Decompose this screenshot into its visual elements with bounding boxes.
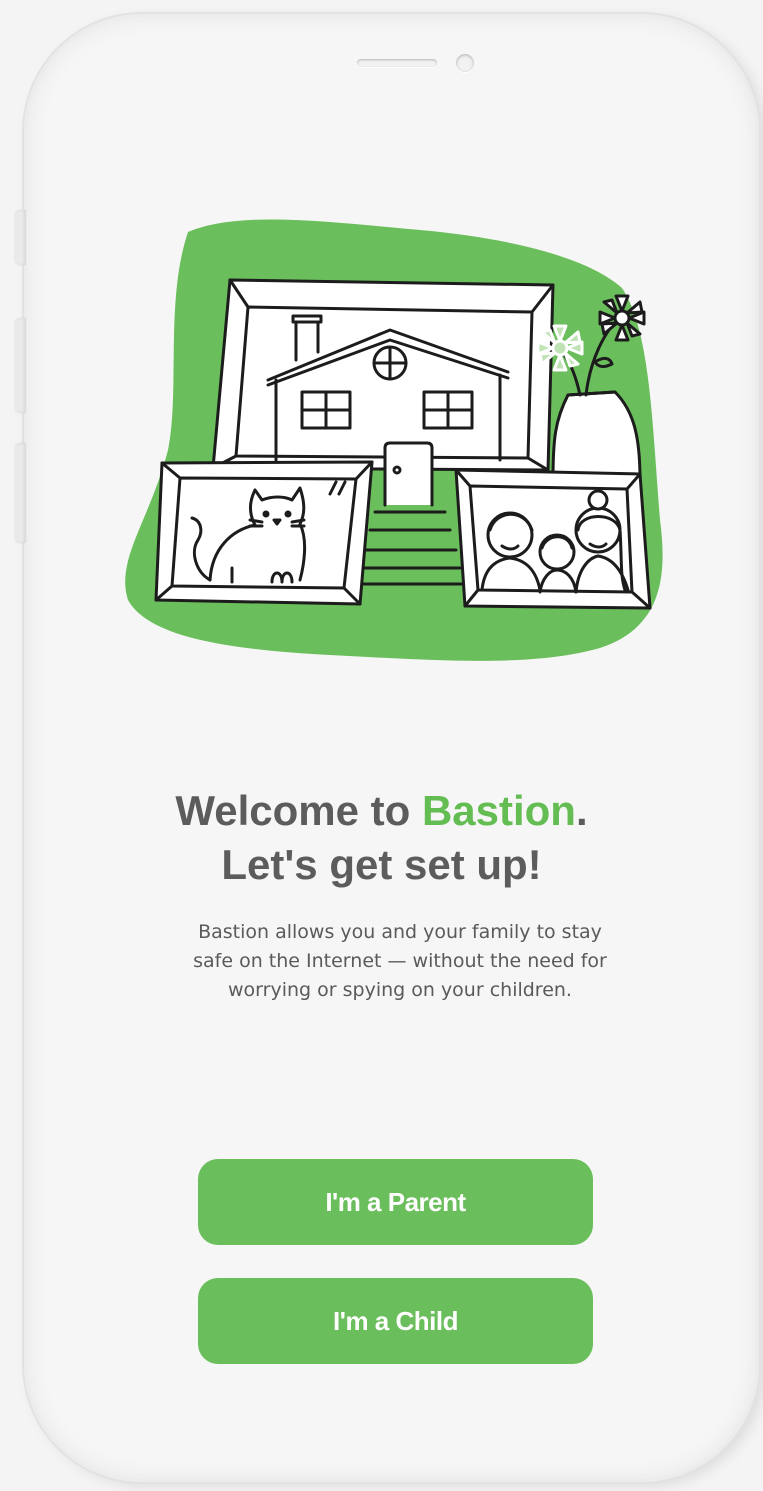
phone-speaker — [357, 59, 437, 67]
phone-volume-down-button — [16, 443, 26, 543]
welcome-heading-suffix: . — [575, 787, 588, 834]
family-photo-frame — [454, 468, 652, 610]
flower-dark — [598, 294, 646, 342]
description-line-3: worrying or spying on your children. — [228, 979, 572, 1001]
welcome-heading: Welcome to Bastion. — [0, 785, 763, 837]
welcome-description: Bastion allows you and your family to st… — [150, 918, 650, 1005]
setup-heading: Let's get set up! — [221, 841, 542, 888]
welcome-heading-prefix: Welcome to — [175, 787, 422, 834]
flower-light — [536, 324, 584, 372]
description-line-2: safe on the Internet — without the need … — [193, 950, 607, 972]
description-line-1: Bastion allows you and your family to st… — [198, 921, 602, 943]
phone-volume-up-button — [16, 318, 26, 413]
im-a-child-button[interactable]: I'm a Child — [198, 1278, 593, 1364]
phone-camera — [456, 54, 474, 72]
cat-photo-frame — [154, 460, 374, 606]
phone-silent-switch — [16, 210, 26, 265]
brand-name: Bastion — [421, 787, 576, 834]
im-a-parent-button[interactable]: I'm a Parent — [198, 1159, 593, 1245]
welcome-illustration — [125, 219, 663, 661]
